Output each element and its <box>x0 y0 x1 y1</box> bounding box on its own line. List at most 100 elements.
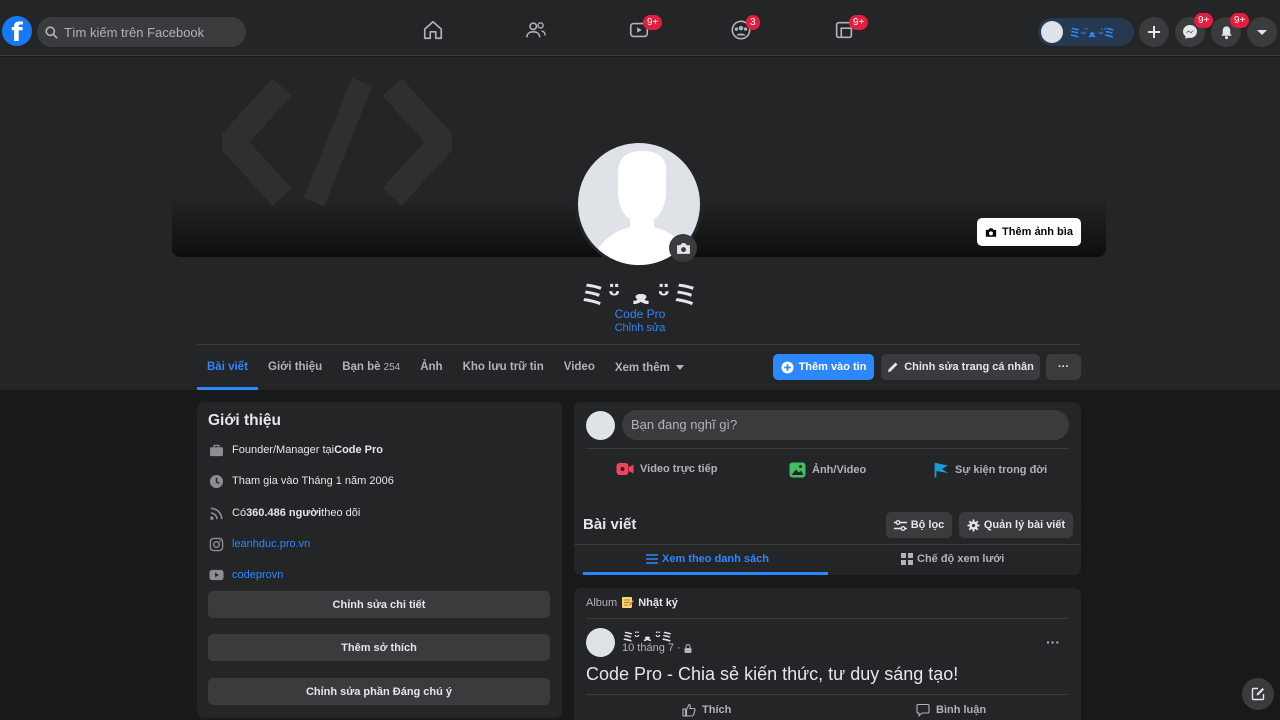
update-avatar-button[interactable] <box>669 234 697 262</box>
composer-input[interactable]: Bạn đang nghĩ gì? <box>622 410 1069 440</box>
nav-friends-icon[interactable] <box>524 18 548 42</box>
new-message-button[interactable] <box>1242 678 1274 710</box>
intro-work-company[interactable]: Code Pro <box>334 444 383 456</box>
photo-icon <box>789 462 806 478</box>
life-event-button[interactable]: Sự kiện trong đời <box>934 462 1047 478</box>
manage-posts-label: Quản lý bài viết <box>983 519 1066 531</box>
active-tab-indicator <box>583 572 828 575</box>
post-text: Code Pro - Chia sẻ kiến thức, tư duy sán… <box>586 664 959 684</box>
tab-posts[interactable]: Bài viết <box>197 346 258 390</box>
like-label: Thích <box>702 704 732 716</box>
intro-followers-prefix: Có <box>232 507 247 519</box>
gear-icon <box>967 518 980 532</box>
watch-badge: 9+ <box>643 15 663 30</box>
account-menu-button[interactable] <box>1247 17 1277 47</box>
facebook-logo-icon[interactable]: f <box>2 16 32 46</box>
tab-story-archive[interactable]: Kho lưu trữ tin <box>453 346 554 390</box>
comment-button[interactable]: Bình luận <box>916 703 986 717</box>
composer-divider <box>586 448 1069 449</box>
live-video-label: Video trực tiếp <box>640 463 718 475</box>
search-icon <box>45 25 58 39</box>
album-name[interactable]: Nhật ký <box>638 597 678 609</box>
tab-more[interactable]: Xem thêm <box>605 346 694 390</box>
search-input[interactable] <box>64 24 234 40</box>
post-card: Album Nhật ký ミᵕ̈ ﻌ ᵕ̈ミ 10 tháng 7 · ···… <box>574 588 1081 720</box>
photo-video-button[interactable]: Ảnh/Video <box>789 462 866 478</box>
intro-work-prefix: Founder/Manager tại <box>232 444 335 456</box>
life-event-label: Sự kiện trong đời <box>955 464 1048 476</box>
comment-icon <box>916 703 930 717</box>
plus-icon <box>1148 26 1160 38</box>
post-options-button[interactable]: ··· <box>1046 634 1060 650</box>
tab-photos[interactable]: Ảnh <box>410 346 452 390</box>
nav-groups-icon[interactable]: 3 <box>729 15 760 42</box>
posts-header-card: Bài viết Bộ lọc Quản lý bài viết Xem the… <box>574 502 1081 575</box>
manage-posts-button[interactable]: Quản lý bài viết <box>959 512 1073 538</box>
edit-details-button[interactable]: Chỉnh sửa chi tiết <box>208 591 550 618</box>
edit-featured-label: Chỉnh sửa phần Đáng chú ý <box>305 685 453 698</box>
intro-followers-suffix: theo dõi <box>321 507 361 519</box>
avatar[interactable] <box>586 411 615 440</box>
create-button[interactable] <box>1139 17 1169 47</box>
search-box[interactable] <box>37 17 246 47</box>
live-video-button[interactable]: Video trực tiếp <box>616 462 717 476</box>
nav-gaming-icon[interactable]: 9+ <box>832 15 869 42</box>
album-label: Album <box>586 596 618 609</box>
posts-header-divider <box>574 544 1081 545</box>
post-date[interactable]: 10 tháng 7 · <box>622 642 681 654</box>
edit-subtitle-link[interactable]: Chỉnh sửa <box>540 322 740 334</box>
filter-button[interactable]: Bộ lọc <box>886 512 952 538</box>
tab-about[interactable]: Giới thiệu <box>258 346 332 390</box>
notifications-button[interactable]: 9+ <box>1211 13 1250 47</box>
add-cover-photo-label: Thêm ảnh bìa <box>1002 226 1073 238</box>
like-button[interactable]: Thích <box>682 703 731 717</box>
list-icon <box>646 554 658 564</box>
code-brackets-icon <box>222 77 452 207</box>
tab-friends[interactable]: Bạn bè 254 <box>332 346 410 390</box>
nav-watch-icon[interactable]: 9+ <box>627 15 663 42</box>
tab-about-label: Giới thiệu <box>268 361 323 373</box>
youtube-icon <box>208 567 224 583</box>
more-options-button[interactable]: ··· <box>1046 354 1081 380</box>
intro-instagram: leanhduc.pro.vn <box>208 536 310 552</box>
post-album: Album Nhật ký <box>586 596 678 609</box>
post-meta: 10 tháng 7 · <box>622 642 692 654</box>
tab-friends-label: Bạn bè <box>342 361 381 373</box>
intro-youtube: codeprovn <box>208 567 283 583</box>
add-cover-photo-button[interactable]: Thêm ảnh bìa <box>977 218 1081 246</box>
camera-icon <box>985 227 997 237</box>
add-to-story-label: Thêm vào tin <box>798 361 867 373</box>
avatar[interactable] <box>586 628 615 657</box>
post-actions-divider <box>586 694 1069 695</box>
intro-title: Giới thiệu <box>208 412 282 429</box>
profile-subtitle: Code Pro <box>614 307 666 321</box>
notifications-badge: 9+ <box>1230 13 1250 28</box>
lock-icon <box>684 643 692 653</box>
profile-chip[interactable]: ミᵕ̈ ﻌ ᵕ̈ミ <box>1038 18 1134 46</box>
caret-down-icon <box>1257 30 1267 35</box>
messenger-button[interactable]: 9+ <box>1175 13 1214 47</box>
bell-icon <box>1220 25 1232 39</box>
grid-view-tab[interactable]: Chế độ xem lưới <box>901 553 1004 565</box>
posts-title: Bài viết <box>583 516 637 533</box>
edit-details-label: Chỉnh sửa chi tiết <box>332 598 426 611</box>
intro-joined-text: Tham gia vào Tháng 1 năm 2006 <box>232 475 394 487</box>
add-to-story-button[interactable]: Thêm vào tin <box>773 354 874 380</box>
edit-featured-button[interactable]: Chỉnh sửa phần Đáng chú ý <box>208 678 550 705</box>
list-view-label: Xem theo danh sách <box>662 553 769 565</box>
add-hobbies-button[interactable]: Thêm sở thích <box>208 634 550 661</box>
nav-home-icon[interactable] <box>421 18 445 42</box>
tab-story-archive-label: Kho lưu trữ tin <box>462 361 544 373</box>
edit-profile-button[interactable]: Chỉnh sửa trang cá nhân <box>881 354 1040 380</box>
tab-video[interactable]: Video <box>554 346 605 390</box>
youtube-link[interactable]: codeprovn <box>232 569 283 581</box>
briefcase-icon <box>208 442 224 458</box>
notebook-icon <box>622 597 634 608</box>
instagram-link[interactable]: leanhduc.pro.vn <box>232 538 310 550</box>
instagram-icon <box>208 536 224 552</box>
intro-followers-count[interactable]: 360.486 người <box>246 507 321 519</box>
tab-video-label: Video <box>563 361 595 373</box>
list-view-tab[interactable]: Xem theo danh sách <box>646 553 769 565</box>
more-dots-icon: ··· <box>1058 361 1069 373</box>
tab-posts-label: Bài viết <box>207 361 248 373</box>
